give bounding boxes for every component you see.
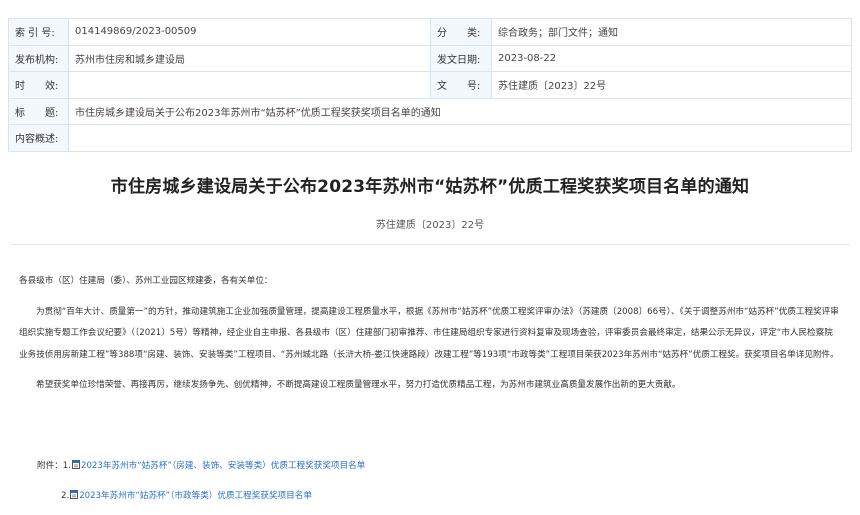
value-index-number: 014149869/2023-00509 [68, 18, 431, 46]
label-index-number: 索 引 号: [8, 18, 69, 46]
value-summary [68, 124, 852, 152]
salutation: 各县级市（区）住建局（委）、苏州工业园区规建委，各有关单位： [19, 276, 273, 286]
label-validity: 时 效: [8, 71, 69, 99]
document-title: 市住房城乡建设局关于公布2023年苏州市“姑苏杯”优质工程奖获奖项目名单的通知 [110, 177, 750, 197]
divider [10, 244, 850, 245]
info-table: 索 引 号: 014149869/2023-00509 分 类: 综合政务；部门… [8, 18, 852, 152]
info-row: 索 引 号: 014149869/2023-00509 分 类: 综合政务；部门… [8, 18, 852, 46]
info-row: 时 效: 文 号: 苏住建质〔2023〕22号 [8, 71, 852, 99]
document-icon [70, 490, 79, 499]
document-icon [72, 460, 80, 469]
label-title: 标 题: [8, 97, 69, 125]
attachment-number: 1. [62, 461, 71, 471]
attachment-number: 2. [61, 491, 70, 501]
attachment-item-1: 附件：1. 2023年苏州市“姑苏杯”（房建、装饰、安装等类）优质工程奖获奖项目名… [37, 459, 365, 471]
label-summary: 内容概述: [8, 124, 69, 152]
label-category: 分 类: [430, 18, 492, 46]
value-validity [68, 71, 431, 99]
label-publisher: 发布机构: [8, 44, 69, 72]
value-publisher: 苏州市住房和城乡建设局 [68, 44, 431, 72]
value-doc-number: 苏住建质〔2023〕22号 [491, 71, 852, 99]
attachment-item-2: 2. 2023年苏州市“姑苏杯”（市政等类）优质工程奖获奖项目名单 [61, 489, 312, 501]
value-category: 综合政务；部门文件；通知 [491, 18, 852, 46]
label-issue-date: 发文日期: [430, 44, 492, 72]
value-title: 市住房城乡建设局关于公布2023年苏州市“姑苏杯”优质工程奖获奖项目名单的通知 [68, 97, 852, 125]
info-row: 标 题: 市住房城乡建设局关于公布2023年苏州市“姑苏杯”优质工程奖获奖项目名… [8, 97, 852, 125]
info-row: 发布机构: 苏州市住房和城乡建设局 发文日期: 2023-08-22 [8, 44, 852, 72]
info-row: 内容概述: [8, 124, 852, 152]
value-issue-date: 2023-08-22 [491, 44, 852, 72]
document-number: 苏住建质〔2023〕22号 [375, 220, 485, 231]
paragraph-closing: 希望获奖单位珍惜荣誉、再接再厉，继续发扬争先、创优精神，不断提高建设工程质量管理… [36, 380, 681, 390]
attachment-link-1[interactable]: 2023年苏州市“姑苏杯”（房建、装饰、安装等类）优质工程奖获奖项目名单 [81, 461, 365, 471]
attachments-label: 附件： [37, 461, 63, 471]
document-body: 各县级市（区）住建局（委）、苏州工业园区规建委，各有关单位： 为贯彻“百年大计、… [19, 271, 841, 397]
attachment-link-2[interactable]: 2023年苏州市“姑苏杯”（市政等类）优质工程奖获奖项目名单 [79, 491, 312, 501]
paragraph-main: 为贯彻“百年大计、质量第一”的方针，推动建筑施工企业加强质量管理，提高建设工程质… [19, 306, 839, 360]
label-doc-number: 文 号: [430, 71, 492, 99]
